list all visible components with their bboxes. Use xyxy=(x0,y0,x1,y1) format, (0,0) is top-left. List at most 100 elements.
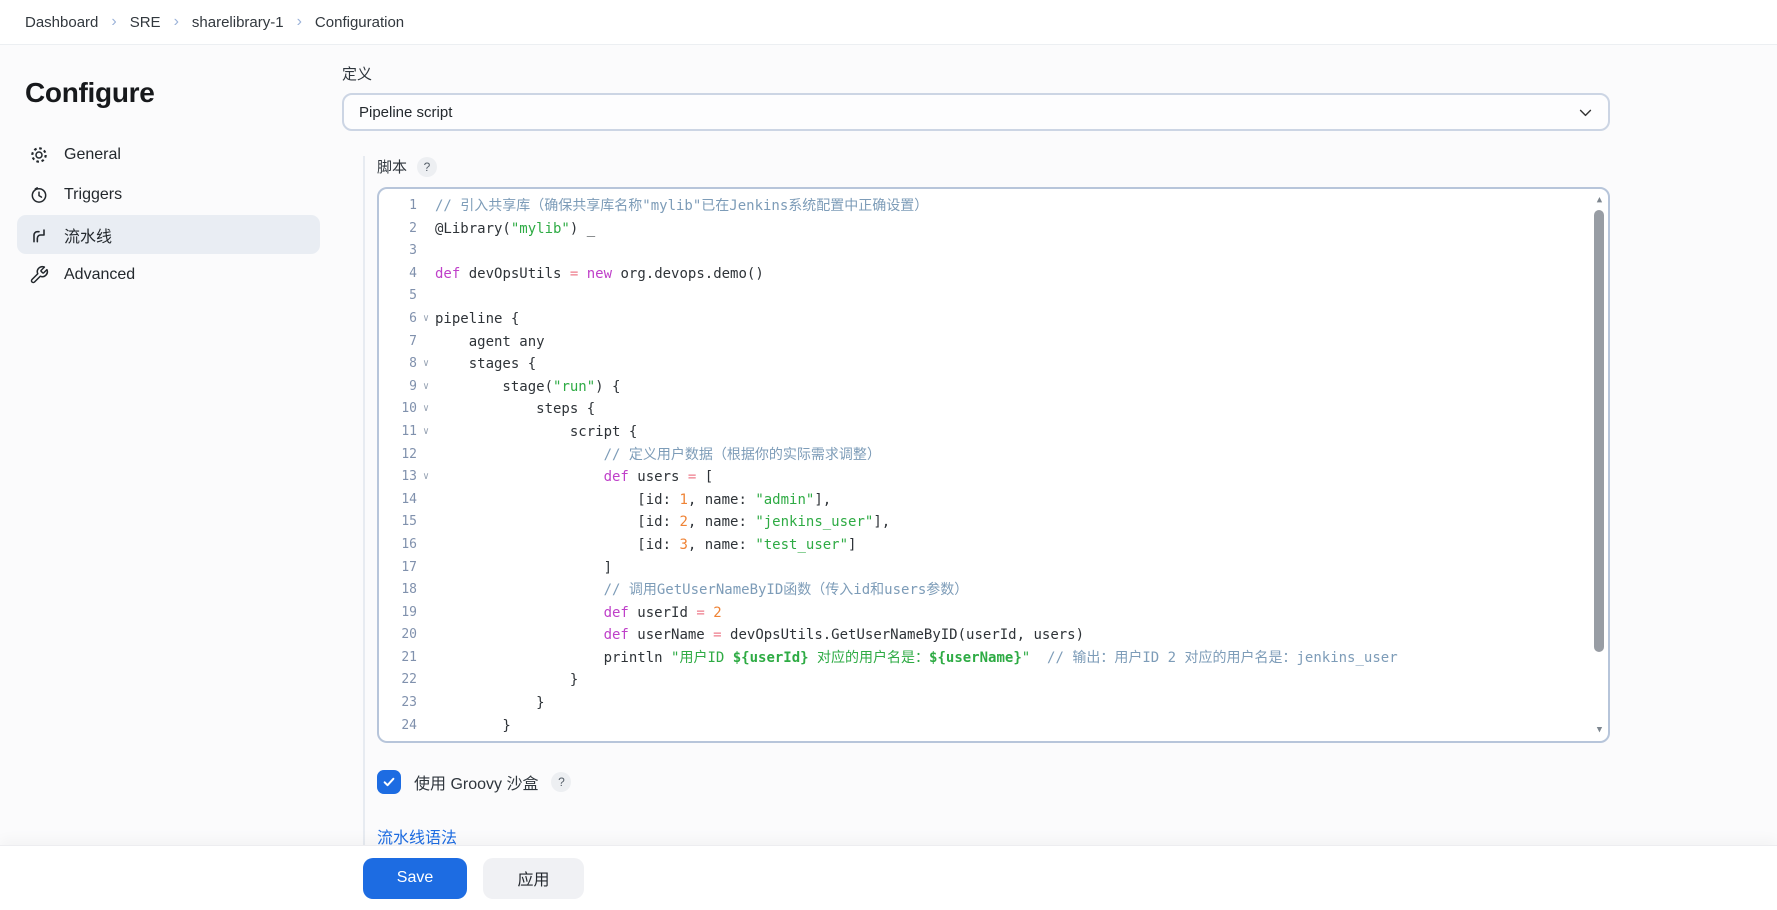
line-number: 13 xyxy=(385,466,417,489)
code-line: 24 } xyxy=(385,715,1608,738)
definition-select-value: Pipeline script xyxy=(359,104,452,121)
line-number: 15 xyxy=(385,511,417,534)
sidebar-item-pipeline[interactable]: 流水线 xyxy=(17,215,320,254)
scrollbar-thumb[interactable] xyxy=(1594,210,1604,652)
script-help-button[interactable]: ? xyxy=(417,157,437,177)
breadcrumb-separator-icon: › xyxy=(111,13,116,31)
fold-gutter xyxy=(417,285,435,308)
line-number: 10 xyxy=(385,398,417,421)
code-text: // 定义用户数据（根据你的实际需求调整） xyxy=(435,444,881,467)
apply-button[interactable]: 应用 xyxy=(483,858,584,899)
config-form: 定义 Pipeline script 脚本 ? 1// 引入共享库（确保共享库名… xyxy=(342,45,1777,845)
code-line: 6∨pipeline { xyxy=(385,308,1608,331)
code-text: agent any xyxy=(435,331,545,354)
code-line: 3 xyxy=(385,240,1608,263)
fold-gutter xyxy=(417,715,435,738)
breadcrumb-item-sre[interactable]: SRE xyxy=(130,14,161,31)
scroll-up-icon[interactable]: ▲ xyxy=(1593,194,1606,206)
breadcrumb-separator-icon: › xyxy=(174,13,179,31)
line-number: 20 xyxy=(385,624,417,647)
fold-toggle-icon[interactable]: ∨ xyxy=(417,376,435,399)
page-title: Configure xyxy=(25,77,342,109)
line-number: 6 xyxy=(385,308,417,331)
code-line: 1// 引入共享库（确保共享库名称"mylib"已在Jenkins系统配置中正确… xyxy=(385,195,1608,218)
code-text: stage("run") { xyxy=(435,376,620,399)
code-text: } xyxy=(435,715,511,738)
sandbox-help-button[interactable]: ? xyxy=(551,772,571,792)
code-line: 2@Library("mylib") _ xyxy=(385,218,1608,241)
line-number: 5 xyxy=(385,285,417,308)
code-line: 23 } xyxy=(385,692,1608,715)
editor-scrollbar[interactable]: ▲ ▼ xyxy=(1593,194,1606,736)
code-text: stages { xyxy=(435,353,536,376)
line-number: 11 xyxy=(385,421,417,444)
code-editor[interactable]: 1// 引入共享库（确保共享库名称"mylib"已在Jenkins系统配置中正确… xyxy=(377,187,1610,743)
fold-gutter xyxy=(417,218,435,241)
code-text: steps { xyxy=(435,398,595,421)
code-line: 20 def userName = devOpsUtils.GetUserNam… xyxy=(385,624,1608,647)
sidebar-item-general[interactable]: General xyxy=(17,135,320,174)
save-button[interactable]: Save xyxy=(363,858,467,899)
line-number: 22 xyxy=(385,669,417,692)
gear-icon xyxy=(29,145,49,165)
line-number: 19 xyxy=(385,602,417,625)
fold-gutter xyxy=(417,195,435,218)
fold-gutter xyxy=(417,647,435,670)
sidebar-item-advanced[interactable]: Advanced xyxy=(17,255,320,294)
code-line: 17 ] xyxy=(385,557,1608,580)
fold-gutter xyxy=(417,669,435,692)
code-line: 4def devOpsUtils = new org.devops.demo() xyxy=(385,263,1608,286)
code-line: 16 [id: 3, name: "test_user"] xyxy=(385,534,1608,557)
code-line: 22 } xyxy=(385,669,1608,692)
definition-select[interactable]: Pipeline script xyxy=(342,93,1610,131)
code-line: 21 println "用户ID ${userId} 对应的用户名是：${use… xyxy=(385,647,1608,670)
fold-gutter xyxy=(417,602,435,625)
sidebar-item-label: General xyxy=(64,146,121,164)
breadcrumb-item-sharelibrary-1[interactable]: sharelibrary-1 xyxy=(192,14,284,31)
code-text: // 调用GetUserNameByID函数（传入id和users参数） xyxy=(435,579,968,602)
definition-label: 定义 xyxy=(342,63,1610,84)
code-line: 13∨ def users = [ xyxy=(385,466,1608,489)
fold-toggle-icon[interactable]: ∨ xyxy=(417,421,435,444)
code-text: ] xyxy=(435,557,612,580)
code-line: 7 agent any xyxy=(385,331,1608,354)
line-number: 3 xyxy=(385,240,417,263)
fold-gutter xyxy=(417,444,435,467)
groovy-sandbox-label: 使用 Groovy 沙盒 xyxy=(414,770,538,794)
fold-gutter xyxy=(417,489,435,512)
breadcrumb-item-configuration[interactable]: Configuration xyxy=(315,14,404,31)
sidebar: Configure General Triggers 流水线 Advanced xyxy=(0,45,342,845)
fold-gutter xyxy=(417,557,435,580)
sidebar-item-label: 流水线 xyxy=(64,223,112,247)
code-text: // 引入共享库（确保共享库名称"mylib"已在Jenkins系统配置中正确设… xyxy=(435,195,928,218)
fold-gutter xyxy=(417,263,435,286)
fold-toggle-icon[interactable]: ∨ xyxy=(417,353,435,376)
code-lines: 1// 引入共享库（确保共享库名称"mylib"已在Jenkins系统配置中正确… xyxy=(385,195,1608,737)
code-line: 10∨ steps { xyxy=(385,398,1608,421)
code-line: 9∨ stage("run") { xyxy=(385,376,1608,399)
script-label: 脚本 xyxy=(377,156,407,177)
code-text: println "用户ID ${userId} 对应的用户名是：${userNa… xyxy=(435,647,1398,670)
code-line: 5 xyxy=(385,285,1608,308)
code-line: 14 [id: 1, name: "admin"], xyxy=(385,489,1608,512)
fold-toggle-icon[interactable]: ∨ xyxy=(417,466,435,489)
groovy-sandbox-checkbox[interactable] xyxy=(377,770,401,794)
fold-gutter xyxy=(417,534,435,557)
code-line: 19 def userId = 2 xyxy=(385,602,1608,625)
breadcrumb-item-dashboard[interactable]: Dashboard xyxy=(25,14,98,31)
line-number: 16 xyxy=(385,534,417,557)
code-text: def userName = devOpsUtils.GetUserNameBy… xyxy=(435,624,1084,647)
wrench-icon xyxy=(29,265,49,285)
sidebar-item-label: Advanced xyxy=(64,266,135,284)
line-number: 23 xyxy=(385,692,417,715)
fold-toggle-icon[interactable]: ∨ xyxy=(417,398,435,421)
scroll-down-icon[interactable]: ▼ xyxy=(1593,724,1606,736)
fold-toggle-icon[interactable]: ∨ xyxy=(417,308,435,331)
code-line: 12 // 定义用户数据（根据你的实际需求调整） xyxy=(385,444,1608,467)
code-line: 18 // 调用GetUserNameByID函数（传入id和users参数） xyxy=(385,579,1608,602)
code-text: [id: 2, name: "jenkins_user"], xyxy=(435,511,890,534)
sidebar-item-triggers[interactable]: Triggers xyxy=(17,175,320,214)
line-number: 8 xyxy=(385,353,417,376)
code-text: def devOpsUtils = new org.devops.demo() xyxy=(435,263,764,286)
code-text: script { xyxy=(435,421,637,444)
